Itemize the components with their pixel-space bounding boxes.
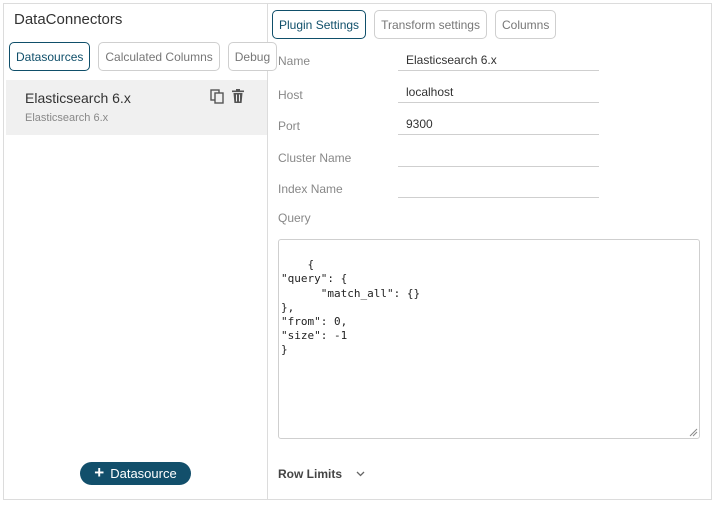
- host-label: Host: [278, 88, 303, 102]
- datasource-name: Elasticsearch 6.x: [25, 90, 131, 106]
- port-label: Port: [278, 119, 301, 133]
- chevron-down-icon: [356, 471, 365, 477]
- row-limits-label: Row Limits: [278, 467, 343, 481]
- cluster-name-label: Cluster Name: [278, 151, 352, 165]
- plus-icon: +: [94, 463, 105, 482]
- name-field[interactable]: [398, 49, 599, 71]
- query-textarea[interactable]: { "query": { "match_all": {} }, "from": …: [278, 239, 700, 439]
- trash-icon[interactable]: [232, 89, 244, 104]
- resize-grip-icon[interactable]: [689, 428, 698, 437]
- tab-debug[interactable]: Debug: [227, 42, 278, 71]
- query-label: Query: [278, 211, 311, 225]
- tab-columns[interactable]: Columns: [494, 10, 557, 39]
- left-panel: DataConnectors Datasources Calculated Co…: [4, 4, 278, 499]
- datasource-actions: [210, 89, 244, 104]
- tab-calculated-columns[interactable]: Calculated Columns: [98, 42, 220, 71]
- datasource-list-item[interactable]: Elasticsearch 6.x Elasticsearch 6.x: [6, 80, 267, 135]
- datasource-type: Elasticsearch 6.x: [25, 112, 109, 124]
- port-field[interactable]: [398, 113, 599, 135]
- index-name-label: Index Name: [278, 182, 343, 196]
- query-text: { "query": { "match_all": {} }, "from": …: [281, 258, 421, 357]
- add-datasource-label: Datasource: [110, 466, 177, 481]
- host-field[interactable]: [398, 81, 599, 103]
- add-datasource-button[interactable]: + Datasource: [80, 462, 191, 485]
- index-name-field[interactable]: [398, 176, 599, 198]
- name-label: Name: [278, 54, 311, 68]
- panel-title: DataConnectors: [14, 11, 123, 28]
- row-limits-toggle[interactable]: Row Limits: [278, 467, 365, 481]
- tab-plugin-settings[interactable]: Plugin Settings: [272, 10, 367, 39]
- cluster-name-field[interactable]: [398, 145, 599, 167]
- tab-transform-settings[interactable]: Transform settings: [374, 10, 487, 39]
- right-tab-bar: Plugin Settings Transform settings Colum…: [272, 10, 557, 39]
- tab-datasources[interactable]: Datasources: [9, 42, 91, 71]
- left-tab-bar: Datasources Calculated Columns Debug: [9, 42, 278, 71]
- app-window: DataConnectors Datasources Calculated Co…: [3, 3, 712, 500]
- copy-icon[interactable]: [210, 89, 224, 104]
